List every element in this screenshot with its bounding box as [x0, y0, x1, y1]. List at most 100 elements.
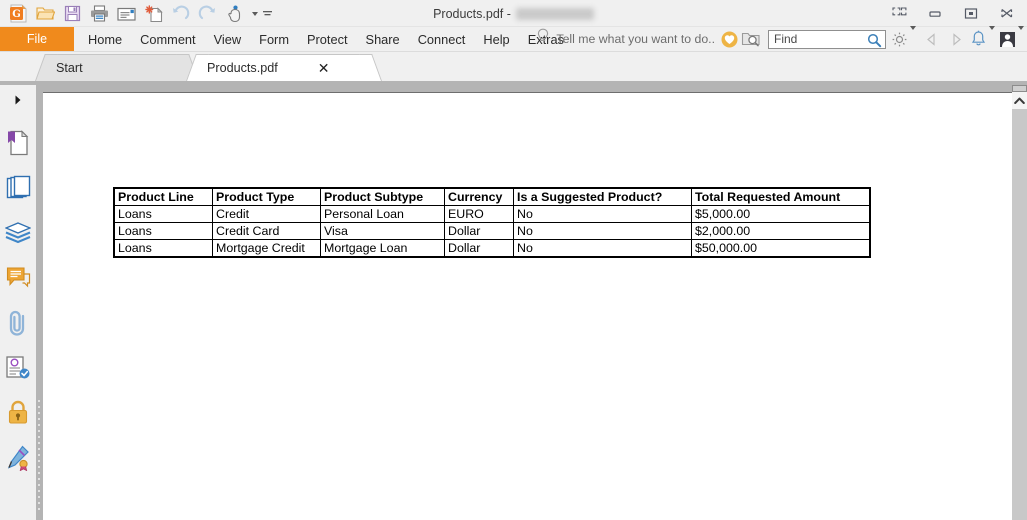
undo-icon[interactable] [168, 2, 193, 25]
sidebar-item-sign[interactable] [0, 442, 36, 478]
find-input[interactable] [774, 32, 864, 46]
print-icon[interactable] [87, 2, 112, 25]
redo-icon[interactable] [195, 2, 220, 25]
window-title-text: Products.pdf - [433, 6, 511, 21]
search-magnifier-icon[interactable] [867, 33, 882, 53]
layers-icon [4, 221, 32, 249]
find-input-wrapper[interactable] [768, 29, 886, 49]
menu-item-connect[interactable]: Connect [409, 27, 475, 51]
document-viewer[interactable]: Product Line Product Type Product Subtyp… [43, 85, 1027, 520]
table-header-is-suggested-product: Is a Suggested Product? [513, 187, 692, 206]
app-logo-icon[interactable]: G [6, 2, 31, 25]
tab-start-label: Start [56, 61, 83, 75]
menu-item-form[interactable]: Form [250, 27, 298, 51]
bookmark-document-icon [6, 129, 30, 161]
settings-gear-icon[interactable] [890, 27, 909, 51]
cell-currency: Dollar [444, 239, 514, 258]
nav-back-icon[interactable] [919, 27, 944, 51]
sidebar-splitter[interactable] [36, 85, 43, 520]
page-thumbnails-icon [6, 175, 31, 205]
table-row: Loans Credit Card Visa Dollar No $2,000.… [113, 222, 871, 240]
tab-products-pdf[interactable]: Products.pdf ✕ [186, 54, 382, 81]
scrollbar-top-cap [1012, 85, 1027, 92]
cell-total-requested-amount: $5,000.00 [691, 205, 871, 223]
sign-pen-icon [5, 445, 31, 476]
sidebar-item-bookmarks[interactable] [0, 127, 36, 163]
digital-signature-icon [5, 355, 31, 386]
minimize-button[interactable] [917, 0, 953, 27]
cell-product-line: Loans [113, 239, 213, 258]
menu-item-home[interactable]: Home [74, 27, 131, 51]
sidebar-expand-arrow-icon[interactable] [0, 89, 36, 111]
sidebar-item-page-thumbnails[interactable] [0, 172, 36, 208]
qat-customize-caret[interactable] [262, 2, 273, 25]
scrollbar-track[interactable] [1012, 109, 1027, 520]
window-controls [881, 0, 1025, 27]
sidebar-item-attachments[interactable] [0, 307, 36, 343]
cell-is-suggested-product: No [513, 205, 692, 223]
title-bar: G Products.pdf - [0, 0, 1027, 27]
sidebar-item-security[interactable] [0, 397, 36, 433]
menu-bar-right: Tell me what you want to do.. [536, 26, 1027, 51]
restore-button[interactable] [953, 0, 989, 27]
tab-products-pdf-label: Products.pdf [207, 61, 278, 75]
cell-product-line: Loans [113, 222, 213, 240]
security-lock-icon [7, 400, 29, 430]
settings-dropdown-caret[interactable] [910, 26, 916, 48]
sidebar-item-digital-signatures[interactable] [0, 352, 36, 388]
menu-bar-left: File Home Comment View Form Protect Shar… [0, 27, 573, 51]
sidebar-item-comments[interactable] [0, 262, 36, 298]
tab-products-pdf-body[interactable]: Products.pdf ✕ [199, 54, 369, 81]
cell-product-subtype: Mortgage Loan [320, 239, 445, 258]
cell-is-suggested-product: No [513, 239, 692, 258]
attachments-paperclip-icon [7, 310, 29, 341]
menu-item-view[interactable]: View [205, 27, 251, 51]
table-header-currency: Currency [444, 187, 514, 206]
tab-start[interactable]: Start [35, 54, 199, 81]
close-button[interactable] [989, 0, 1025, 27]
menu-item-help[interactable]: Help [474, 27, 518, 51]
hand-tool-icon[interactable] [222, 2, 247, 25]
account-dropdown-caret[interactable] [1018, 26, 1024, 48]
window-title-redacted-region [515, 7, 594, 20]
create-pdf-icon[interactable] [141, 2, 166, 25]
favorites-heart-icon[interactable] [719, 27, 740, 51]
nav-forward-icon[interactable] [944, 27, 969, 51]
table-row: Loans Mortgage Credit Mortgage Loan Doll… [113, 239, 871, 258]
menu-item-file[interactable]: File [0, 27, 74, 51]
comments-icon [6, 266, 31, 294]
open-icon[interactable] [33, 2, 58, 25]
cell-product-subtype: Personal Loan [320, 205, 445, 223]
account-avatar-icon[interactable] [998, 27, 1017, 51]
tab-start-body[interactable]: Start [48, 54, 186, 81]
splitter-grip[interactable] [38, 400, 41, 510]
scroll-up-arrow-icon[interactable] [1012, 92, 1027, 109]
products-table: Product Line Product Type Product Subtyp… [113, 187, 871, 258]
search-folder-icon[interactable] [740, 27, 762, 51]
tell-me-label: Tell me what you want to do.. [556, 32, 715, 46]
sidebar-item-layers[interactable] [0, 217, 36, 253]
hand-tool-dropdown-caret[interactable] [249, 2, 260, 25]
table-header-product-subtype: Product Subtype [320, 187, 445, 206]
menu-item-protect[interactable]: Protect [298, 27, 357, 51]
cell-is-suggested-product: No [513, 222, 692, 240]
save-icon[interactable] [60, 2, 85, 25]
fullscreen-button[interactable] [881, 0, 917, 27]
vertical-scrollbar[interactable] [1012, 85, 1027, 520]
cell-total-requested-amount: $2,000.00 [691, 222, 871, 240]
cell-product-type: Credit Card [212, 222, 321, 240]
tell-me-search[interactable]: Tell me what you want to do.. [536, 28, 715, 50]
menu-item-share[interactable]: Share [357, 27, 409, 51]
cell-product-type: Credit [212, 205, 321, 223]
cell-total-requested-amount: $50,000.00 [691, 239, 871, 258]
cell-product-type: Mortgage Credit [212, 239, 321, 258]
tab-close-icon[interactable]: ✕ [318, 61, 330, 75]
table-row: Loans Credit Personal Loan EURO No $5,00… [113, 205, 871, 223]
pdf-page: Product Line Product Type Product Subtyp… [43, 92, 1012, 520]
notifications-dropdown-caret[interactable] [989, 26, 995, 48]
email-icon[interactable] [114, 2, 139, 25]
table-header-row: Product Line Product Type Product Subtyp… [113, 187, 871, 206]
notifications-bell-icon[interactable] [969, 27, 988, 51]
quick-access-toolbar: G [6, 0, 273, 27]
menu-item-comment[interactable]: Comment [131, 27, 204, 51]
